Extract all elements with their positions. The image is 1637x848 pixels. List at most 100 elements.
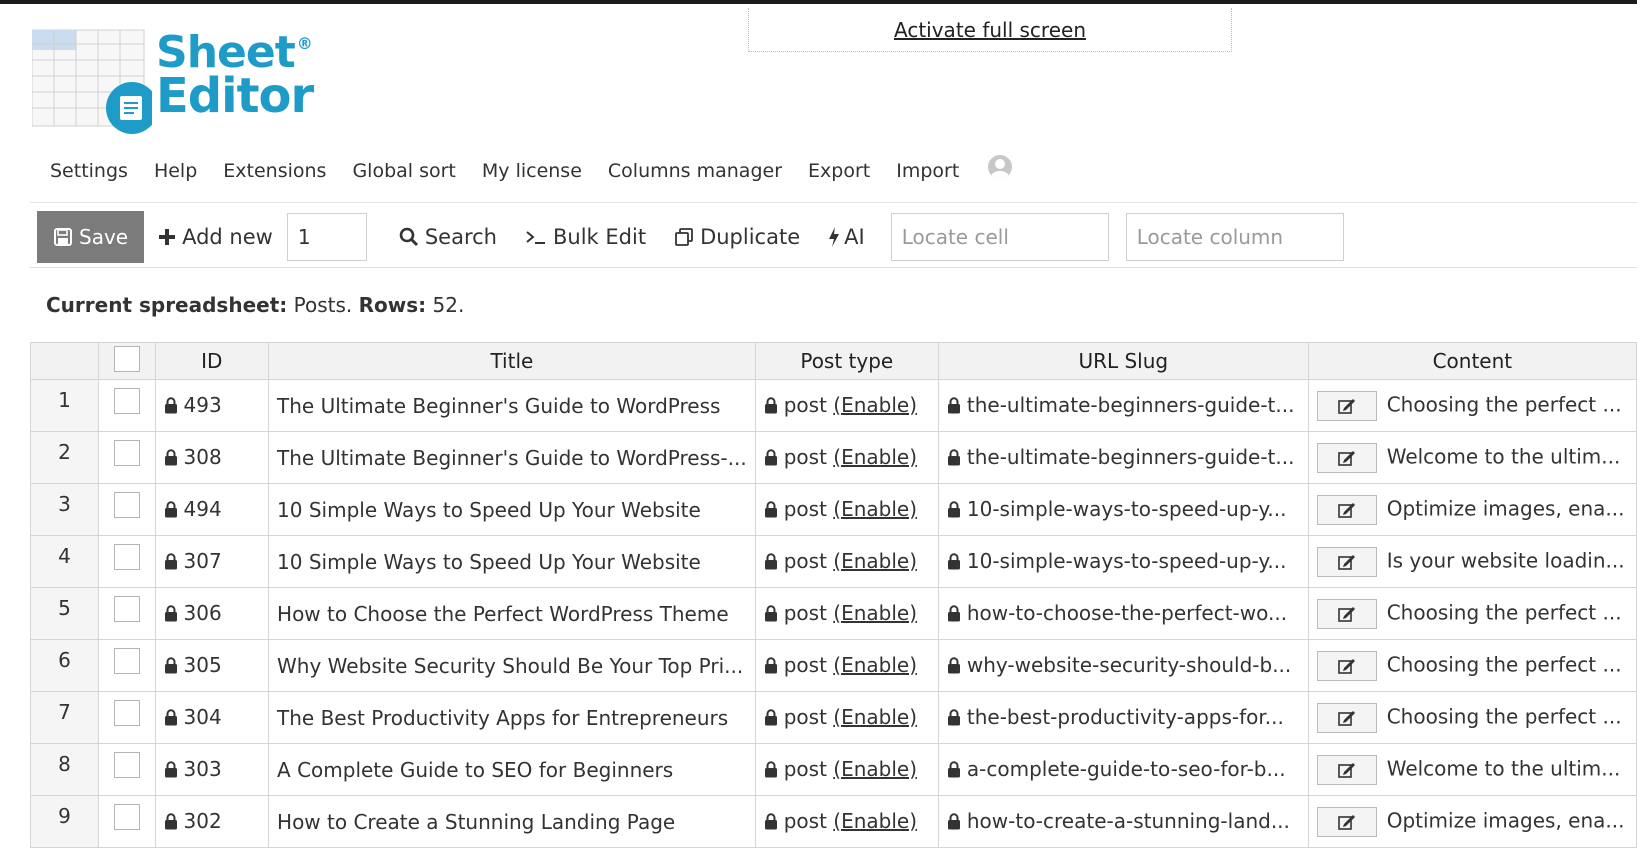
row-checkbox[interactable]: [113, 752, 140, 778]
content-cell[interactable]: Optimize images, ena...: [1307, 483, 1637, 536]
row-number[interactable]: 1: [29, 379, 100, 432]
row-checkbox[interactable]: [113, 804, 140, 830]
url-slug-cell[interactable]: why-website-security-should-b...: [937, 639, 1309, 692]
enable-link[interactable]: (Enable): [833, 809, 917, 833]
title-cell[interactable]: Why Website Security Should Be Your Top …: [268, 639, 756, 692]
bulk-edit-button[interactable]: Bulk Edit: [511, 225, 660, 249]
column-header-url-slug[interactable]: URL Slug: [937, 342, 1309, 380]
row-number[interactable]: 3: [29, 483, 100, 536]
post-type-cell[interactable]: post (Enable): [754, 379, 939, 432]
content-cell[interactable]: Welcome to the ultim...: [1307, 743, 1637, 796]
row-number[interactable]: 9: [29, 795, 100, 848]
id-cell[interactable]: 302: [154, 795, 270, 848]
enable-link[interactable]: (Enable): [833, 653, 917, 677]
title-cell[interactable]: The Ultimate Beginner's Guide to WordPre…: [268, 431, 756, 484]
url-slug-cell[interactable]: the-ultimate-beginners-guide-t...: [937, 431, 1309, 484]
menu-item-extensions[interactable]: Extensions: [210, 160, 339, 182]
id-cell[interactable]: 494: [154, 483, 270, 536]
row-checkbox[interactable]: [113, 648, 140, 674]
url-slug-cell[interactable]: 10-simple-ways-to-speed-up-y...: [937, 483, 1309, 536]
title-cell[interactable]: 10 Simple Ways to Speed Up Your Website: [268, 535, 756, 588]
row-checkbox[interactable]: [113, 388, 140, 414]
enable-link[interactable]: (Enable): [833, 497, 917, 521]
title-cell[interactable]: The Best Productivity Apps for Entrepren…: [268, 691, 756, 744]
edit-content-button[interactable]: [1316, 598, 1377, 629]
edit-content-button[interactable]: [1316, 806, 1377, 837]
row-number[interactable]: 7: [29, 691, 100, 744]
ai-button[interactable]: AI: [814, 225, 879, 249]
column-header-id[interactable]: ID: [154, 342, 270, 380]
content-cell[interactable]: Choosing the perfect ...: [1307, 379, 1637, 432]
id-cell[interactable]: 306: [154, 587, 270, 640]
save-button[interactable]: Save: [37, 211, 145, 263]
enable-link[interactable]: (Enable): [833, 549, 917, 573]
post-type-cell[interactable]: post (Enable): [754, 483, 939, 536]
title-cell[interactable]: How to Choose the Perfect WordPress Them…: [268, 587, 756, 640]
row-number[interactable]: 6: [29, 639, 100, 692]
row-checkbox[interactable]: [113, 700, 140, 726]
id-cell[interactable]: 303: [154, 743, 270, 796]
row-number[interactable]: 8: [29, 743, 100, 796]
post-type-cell[interactable]: post (Enable): [754, 639, 939, 692]
id-cell[interactable]: 308: [154, 431, 270, 484]
row-number[interactable]: 5: [29, 587, 100, 640]
enable-link[interactable]: (Enable): [833, 393, 917, 417]
content-cell[interactable]: Choosing the perfect ...: [1307, 587, 1637, 640]
id-cell[interactable]: 493: [154, 379, 270, 432]
locate-cell-input[interactable]: [890, 213, 1109, 261]
select-all-checkbox[interactable]: [113, 345, 140, 372]
menu-item-settings[interactable]: Settings: [37, 160, 141, 182]
post-type-cell[interactable]: post (Enable): [754, 535, 939, 588]
content-cell[interactable]: Choosing the perfect ...: [1307, 691, 1637, 744]
column-header-post-type[interactable]: Post type: [754, 342, 939, 380]
title-cell[interactable]: How to Create a Stunning Landing Page: [268, 795, 756, 848]
edit-content-button[interactable]: [1316, 546, 1377, 577]
search-button[interactable]: Search: [385, 225, 511, 249]
user-avatar-icon[interactable]: [988, 155, 1013, 179]
title-cell[interactable]: 10 Simple Ways to Speed Up Your Website: [268, 483, 756, 536]
url-slug-cell[interactable]: 10-simple-ways-to-speed-up-y...: [937, 535, 1309, 588]
edit-content-button[interactable]: [1316, 442, 1377, 473]
row-checkbox[interactable]: [113, 596, 140, 622]
enable-link[interactable]: (Enable): [833, 705, 917, 729]
content-cell[interactable]: Is your website loadin...: [1307, 535, 1637, 588]
row-checkbox[interactable]: [113, 544, 140, 570]
menu-item-export[interactable]: Export: [795, 160, 883, 182]
id-cell[interactable]: 304: [154, 691, 270, 744]
url-slug-cell[interactable]: how-to-create-a-stunning-land...: [937, 795, 1309, 848]
edit-content-button[interactable]: [1316, 390, 1377, 421]
column-header-content[interactable]: Content: [1307, 342, 1637, 380]
post-type-cell[interactable]: post (Enable): [754, 743, 939, 796]
post-type-cell[interactable]: post (Enable): [754, 431, 939, 484]
post-type-cell[interactable]: post (Enable): [754, 691, 939, 744]
content-cell[interactable]: Choosing the perfect ...: [1307, 639, 1637, 692]
url-slug-cell[interactable]: the-best-productivity-apps-for...: [937, 691, 1309, 744]
add-new-button[interactable]: Add new: [144, 225, 287, 249]
url-slug-cell[interactable]: the-ultimate-beginners-guide-t...: [937, 379, 1309, 432]
add-count-input[interactable]: [286, 213, 367, 261]
edit-content-button[interactable]: [1316, 702, 1377, 733]
title-cell[interactable]: A Complete Guide to SEO for Beginners: [268, 743, 756, 796]
row-number[interactable]: 4: [29, 535, 100, 588]
edit-content-button[interactable]: [1316, 494, 1377, 525]
row-checkbox[interactable]: [113, 440, 140, 466]
content-cell[interactable]: Welcome to the ultim...: [1307, 431, 1637, 484]
edit-content-button[interactable]: [1316, 754, 1377, 785]
menu-item-columns-manager[interactable]: Columns manager: [595, 160, 795, 182]
id-cell[interactable]: 307: [154, 535, 270, 588]
activate-fullscreen-link[interactable]: Activate full screen: [894, 18, 1086, 42]
content-cell[interactable]: Optimize images, ena...: [1307, 795, 1637, 848]
enable-link[interactable]: (Enable): [833, 757, 917, 781]
post-type-cell[interactable]: post (Enable): [754, 795, 939, 848]
menu-item-help[interactable]: Help: [141, 160, 210, 182]
id-cell[interactable]: 305: [154, 639, 270, 692]
menu-item-global-sort[interactable]: Global sort: [339, 160, 468, 182]
post-type-cell[interactable]: post (Enable): [754, 587, 939, 640]
url-slug-cell[interactable]: how-to-choose-the-perfect-wo...: [937, 587, 1309, 640]
column-header-title[interactable]: Title: [268, 342, 756, 380]
url-slug-cell[interactable]: a-complete-guide-to-seo-for-b...: [937, 743, 1309, 796]
row-checkbox[interactable]: [113, 492, 140, 518]
edit-content-button[interactable]: [1316, 650, 1377, 681]
duplicate-button[interactable]: Duplicate: [660, 225, 814, 249]
enable-link[interactable]: (Enable): [833, 601, 917, 625]
